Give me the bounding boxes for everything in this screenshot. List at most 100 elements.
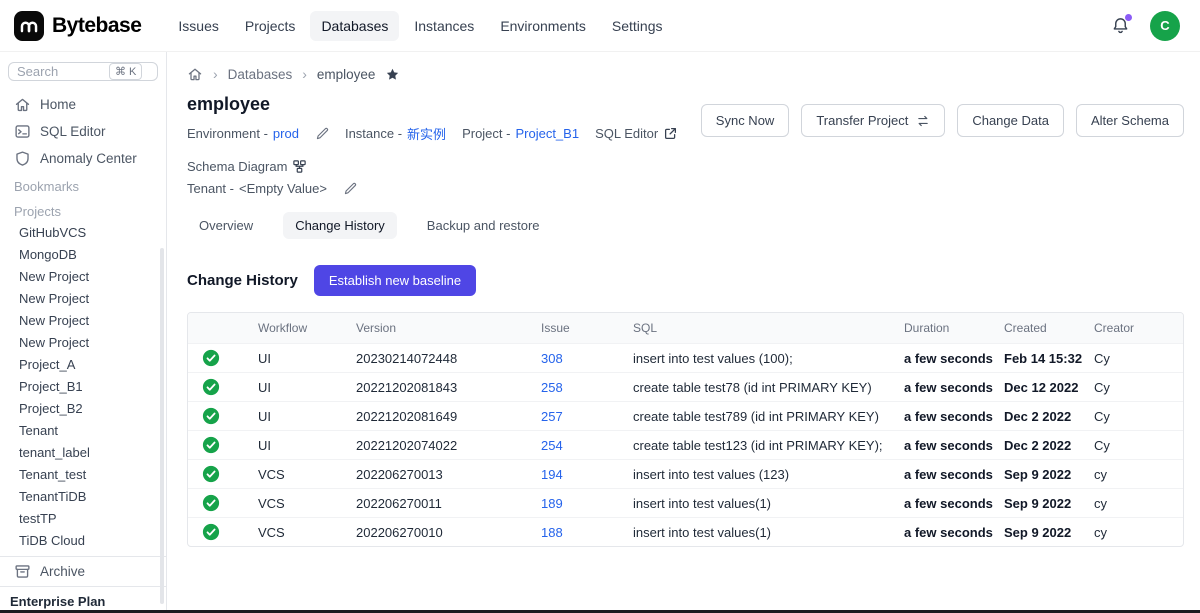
pencil-icon[interactable] [343, 182, 357, 196]
sidebar-scrollbar[interactable] [160, 248, 164, 604]
sidebar-project-tidb-cloud[interactable]: TiDB Cloud [0, 530, 166, 552]
sidebar-item-anomaly-center[interactable]: Anomaly Center [0, 145, 166, 172]
history-table-body: UI20230214072448308insert into test valu… [188, 343, 1183, 546]
cell-workflow: UI [258, 351, 356, 366]
nav-item-settings[interactable]: Settings [601, 11, 674, 41]
action-button-alter-schema[interactable]: Alter Schema [1076, 104, 1184, 137]
brand[interactable]: Bytebase [14, 11, 141, 41]
status-success-icon [188, 494, 258, 512]
cell-duration: a few seconds [904, 351, 1004, 366]
action-button-change-data[interactable]: Change Data [957, 104, 1064, 137]
issue-link[interactable]: 194 [541, 467, 563, 482]
sidebar-project-githubvcs[interactable]: GitHubVCS [0, 222, 166, 244]
column-header-creator: Creator [1094, 321, 1183, 335]
cell-creator: cy [1094, 467, 1183, 482]
sidebar-project-tenanttidb[interactable]: TenantTiDB [0, 486, 166, 508]
sidebar-project-tenant[interactable]: Tenant [0, 420, 166, 442]
cell-issue: 258 [541, 380, 633, 395]
tab-backup-and-restore[interactable]: Backup and restore [415, 212, 552, 239]
search-input[interactable] [17, 64, 105, 79]
table-row[interactable]: VCS202206270010188insert into test value… [188, 517, 1183, 546]
sidebar-item-sql-editor[interactable]: SQL Editor [0, 118, 166, 145]
environment-link[interactable]: prod [273, 126, 299, 141]
issue-link[interactable]: 189 [541, 496, 563, 511]
sql-editor-link[interactable]: SQL Editor [595, 126, 678, 141]
page-title: employee [187, 94, 701, 115]
table-row[interactable]: UI20221202081843258create table test78 (… [188, 372, 1183, 401]
breadcrumb-databases[interactable]: Databases [228, 67, 293, 82]
column-header-sql: SQL [633, 321, 904, 335]
breadcrumb: › Databases › employee [187, 66, 1184, 82]
table-row[interactable]: UI20230214072448308insert into test valu… [188, 343, 1183, 372]
issue-link[interactable]: 308 [541, 351, 563, 366]
search-shortcut: ⌘ K [109, 63, 142, 80]
nav-item-projects[interactable]: Projects [234, 11, 307, 41]
issue-link[interactable]: 254 [541, 438, 563, 453]
cell-issue: 254 [541, 438, 633, 453]
cell-created: Dec 2 2022 [1004, 409, 1094, 424]
sidebar-project-tenant-test[interactable]: Tenant_test [0, 464, 166, 486]
table-row[interactable]: VCS202206270011189insert into test value… [188, 488, 1183, 517]
notifications-bell-icon[interactable] [1111, 16, 1130, 35]
pencil-icon[interactable] [315, 127, 329, 141]
top-nav: IssuesProjectsDatabasesInstancesEnvironm… [167, 11, 673, 41]
plan-label: Enterprise Plan [0, 586, 166, 613]
cell-issue: 189 [541, 496, 633, 511]
cell-sql: insert into test values (100); [633, 351, 904, 366]
sidebar-project-new-project[interactable]: New Project [0, 310, 166, 332]
meta-line-1: Environment - prod Instance - 新实例 Projec… [187, 124, 701, 174]
sidebar-item-home[interactable]: Home [0, 91, 166, 118]
issue-link[interactable]: 258 [541, 380, 563, 395]
section-head: Change History Establish new baseline [187, 265, 1184, 296]
cell-version: 202206270011 [356, 496, 541, 511]
sidebar-item-archive[interactable]: Archive [0, 556, 166, 586]
sidebar-project-new-project[interactable]: New Project [0, 266, 166, 288]
nav-item-databases[interactable]: Databases [310, 11, 399, 41]
cell-created: Sep 9 2022 [1004, 525, 1094, 540]
issue-link[interactable]: 188 [541, 525, 563, 540]
nav-item-environments[interactable]: Environments [489, 11, 597, 41]
instance-link[interactable]: 新实例 [407, 124, 446, 143]
avatar[interactable]: C [1150, 11, 1180, 41]
sidebar-project-mongodb[interactable]: MongoDB [0, 244, 166, 266]
page-head: employee Environment - prod Instance - 新… [187, 94, 1184, 196]
bookmark-star-icon[interactable] [385, 67, 400, 82]
sidebar-project-project-b1[interactable]: Project_B1 [0, 376, 166, 398]
sidebar-project-tenant-label[interactable]: tenant_label [0, 442, 166, 464]
page-actions: Sync Now Transfer Project Change Data Alter… [701, 94, 1184, 137]
status-success-icon [188, 523, 258, 541]
cell-workflow: UI [258, 380, 356, 395]
home-breadcrumb-icon[interactable] [187, 66, 203, 82]
tenant-value: <Empty Value> [239, 181, 327, 196]
tab-change-history[interactable]: Change History [283, 212, 397, 239]
search-box[interactable]: ⌘ K [8, 62, 158, 81]
archive-icon [14, 563, 31, 580]
tab-overview[interactable]: Overview [187, 212, 265, 239]
nav-item-issues[interactable]: Issues [167, 11, 229, 41]
cell-issue: 257 [541, 409, 633, 424]
sidebar-project-new-project[interactable]: New Project [0, 332, 166, 354]
action-button-sync-now[interactable]: Sync Now [701, 104, 790, 137]
table-header: WorkflowVersionIssueSQLDurationCreatedCr… [188, 313, 1183, 343]
cell-duration: a few seconds [904, 496, 1004, 511]
establish-baseline-button[interactable]: Establish new baseline [314, 265, 476, 296]
sidebar-item-label: Home [40, 96, 76, 113]
schema-diagram-link[interactable]: Schema Diagram [187, 159, 307, 174]
cell-creator: Cy [1094, 438, 1183, 453]
sidebar-project-project-b2[interactable]: Project_B2 [0, 398, 166, 420]
sidebar-project-testtp[interactable]: testTP [0, 508, 166, 530]
nav-item-instances[interactable]: Instances [403, 11, 485, 41]
environment-meta: Environment - prod [187, 126, 299, 141]
table-row[interactable]: VCS202206270013194insert into test value… [188, 459, 1183, 488]
sidebar: ⌘ K Home SQL Editor Anomaly Center Bookm… [0, 52, 167, 613]
sidebar-project-project-a[interactable]: Project_A [0, 354, 166, 376]
bytebase-logo-icon [14, 11, 44, 41]
project-link[interactable]: Project_B1 [515, 126, 579, 141]
cell-duration: a few seconds [904, 525, 1004, 540]
table-row[interactable]: UI20221202074022254create table test123 … [188, 430, 1183, 459]
issue-link[interactable]: 257 [541, 409, 563, 424]
table-row[interactable]: UI20221202081649257create table test789 … [188, 401, 1183, 430]
action-button-transfer-project[interactable]: Transfer Project [801, 104, 945, 137]
sidebar-project-new-project[interactable]: New Project [0, 288, 166, 310]
cell-workflow: VCS [258, 467, 356, 482]
